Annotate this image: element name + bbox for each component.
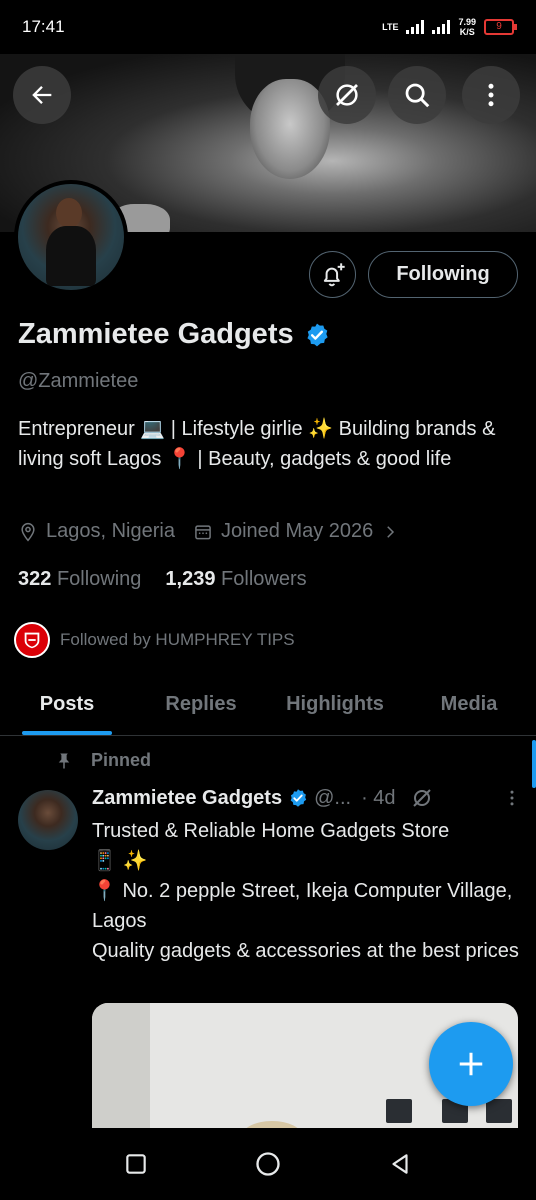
chevron-right-icon — [387, 525, 395, 538]
followers-count[interactable]: 1,239 Followers — [165, 568, 306, 591]
scroll-indicator[interactable] — [532, 740, 536, 788]
network-speed: 7.99 K/S — [458, 17, 476, 37]
bell-plus-icon — [323, 262, 345, 286]
arrow-left-icon — [32, 86, 52, 104]
display-name: Zammietee Gadgets — [18, 318, 294, 350]
recents-icon[interactable] — [123, 1151, 149, 1177]
post-avatar[interactable] — [18, 790, 78, 850]
tab-replies[interactable]: Replies — [134, 676, 268, 735]
plus-icon — [459, 1052, 483, 1076]
post-line: Quality gadgets & accessories at the bes… — [92, 940, 519, 962]
following-count[interactable]: 322 Following — [18, 568, 141, 591]
grok-icon[interactable] — [410, 786, 434, 810]
profile-bio: Entrepreneur 💻 | Lifestyle girlie ✨ Buil… — [18, 418, 496, 470]
calendar-icon — [195, 524, 211, 539]
notification-button[interactable] — [309, 251, 356, 298]
post-line: Trusted & Reliable Home Gadgets Store — [92, 820, 450, 842]
name-row: Zammietee Gadgets — [18, 318, 330, 351]
post-time: · 4d — [361, 786, 396, 809]
profile-avatar[interactable] — [14, 180, 128, 294]
grok-button[interactable] — [318, 66, 376, 124]
more-button[interactable] — [462, 66, 520, 124]
post-header: Zammietee Gadgets @... · 4d — [92, 786, 522, 810]
compose-button[interactable] — [429, 1022, 513, 1106]
more-vertical-icon — [488, 83, 494, 107]
post-more-icon[interactable] — [502, 788, 522, 808]
followed-by[interactable]: Followed by HUMPHREY TIPS — [14, 622, 295, 658]
profile-tabs: Posts Replies Highlights Media — [0, 676, 536, 736]
tab-highlights[interactable]: Highlights — [268, 676, 402, 735]
search-icon — [405, 83, 430, 108]
follow-counts: 322 Following 1,239 Followers — [18, 568, 307, 591]
verified-badge-icon[interactable] — [304, 322, 330, 348]
following-button[interactable]: Following — [368, 251, 518, 298]
search-button[interactable] — [388, 66, 446, 124]
joined-date[interactable]: Joined May 2026 — [193, 520, 399, 543]
post-body[interactable]: Trusted & Reliable Home Gadgets Store 📱 … — [92, 816, 522, 966]
status-time: 17:41 — [22, 17, 65, 36]
system-nav-bar — [0, 1128, 536, 1200]
post-line: 📱 ✨ — [92, 850, 148, 872]
signal-icon — [406, 20, 425, 34]
tab-posts[interactable]: Posts — [0, 676, 134, 735]
pin-icon — [58, 753, 70, 768]
tab-media[interactable]: Media — [402, 676, 536, 735]
home-icon[interactable] — [254, 1150, 282, 1178]
location: Lagos, Nigeria — [18, 520, 175, 543]
post-line: 📍 No. 2 pepple Street, Ikeja Computer Vi… — [92, 880, 513, 932]
post-author[interactable]: Zammietee Gadgets — [92, 787, 282, 810]
status-icons: LTE 7.99 K/S 9 — [382, 17, 517, 37]
arsenal-crest-icon — [24, 632, 40, 649]
grok-icon — [336, 84, 358, 106]
back-button[interactable] — [13, 66, 71, 124]
verified-badge-icon — [290, 789, 307, 807]
post-handle: @... — [314, 786, 352, 809]
signal-icon-2 — [432, 20, 451, 34]
back-nav-icon[interactable] — [387, 1151, 413, 1177]
status-bar: 17:41 LTE 7.99 K/S 9 — [0, 0, 536, 54]
lte-icon: LTE — [382, 21, 399, 32]
pinned-label: Pinned — [55, 750, 151, 771]
profile-handle: @Zammietee — [18, 370, 139, 392]
location-pin-icon — [21, 522, 35, 541]
battery-icon: 9 — [484, 19, 517, 35]
profile-meta: Lagos, Nigeria Joined May 2026 — [18, 520, 399, 543]
follower-avatar — [14, 622, 50, 658]
